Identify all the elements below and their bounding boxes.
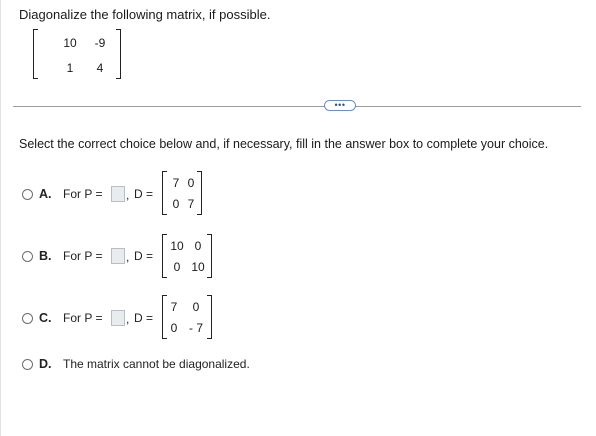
radio-option-d[interactable]	[22, 359, 33, 370]
p-answer-box-b[interactable]	[111, 248, 125, 264]
p-label: For P =	[63, 187, 103, 201]
d-label: D =	[134, 249, 154, 263]
matrix-cell: 1	[66, 60, 74, 75]
comma: ,	[126, 188, 130, 202]
matrix-cell: 10	[191, 260, 205, 274]
p-label: For P =	[63, 249, 103, 263]
comma: ,	[126, 312, 130, 326]
given-matrix: 10 -9 1 4	[33, 29, 121, 79]
radio-option-a[interactable]	[22, 189, 33, 200]
matrix-cell: 0	[187, 176, 195, 190]
matrix-cell: 0	[194, 239, 202, 253]
p-answer-box-a[interactable]	[111, 186, 125, 202]
matrix-cell: 10	[63, 36, 77, 50]
p-label: For P =	[63, 311, 103, 325]
option-a-letter: A.	[39, 187, 52, 201]
option-c-letter: C.	[39, 311, 52, 325]
right-bracket	[207, 295, 212, 339]
d-label: D =	[134, 187, 154, 201]
d-label: D =	[134, 311, 154, 325]
instruction-text: Select the correct choice below and, if …	[19, 137, 549, 151]
matrix-cell: 0	[173, 260, 181, 274]
right-bracket	[207, 234, 212, 278]
left-bracket	[162, 234, 167, 278]
left-border	[0, 0, 1, 436]
matrix-cell: 0	[170, 321, 178, 335]
left-bracket	[162, 295, 167, 339]
radio-option-b[interactable]	[22, 251, 33, 262]
p-answer-box-c[interactable]	[111, 310, 125, 326]
option-d-letter: D.	[39, 357, 52, 371]
d-matrix-c: 7 0 0 - 7	[162, 295, 212, 339]
right-bracket	[197, 171, 202, 215]
option-b-letter: B.	[39, 249, 52, 263]
left-bracket	[162, 171, 167, 215]
option-d-text: The matrix cannot be diagonalized.	[63, 357, 250, 371]
matrix-cell: -9	[94, 36, 106, 50]
d-matrix-b: 10 0 0 10	[162, 234, 212, 278]
matrix-cell: 0	[192, 300, 200, 314]
question-text: Diagonalize the following matrix, if pos…	[19, 7, 271, 22]
d-matrix-a: 7 0 0 7	[162, 171, 202, 215]
matrix-cell: 7	[172, 176, 180, 190]
matrix-cell: 7	[187, 197, 195, 211]
matrix-cell: - 7	[188, 321, 203, 335]
matrix-cell: 0	[172, 197, 180, 211]
matrix-cell: 7	[170, 300, 178, 314]
left-bracket	[33, 29, 38, 79]
section-divider	[13, 106, 581, 107]
radio-option-c[interactable]	[22, 313, 33, 324]
right-bracket	[116, 29, 121, 79]
comma: ,	[126, 250, 130, 264]
matrix-cell: 10	[170, 239, 184, 253]
matrix-cell: 4	[96, 60, 104, 75]
more-button[interactable]: •••	[324, 100, 356, 111]
